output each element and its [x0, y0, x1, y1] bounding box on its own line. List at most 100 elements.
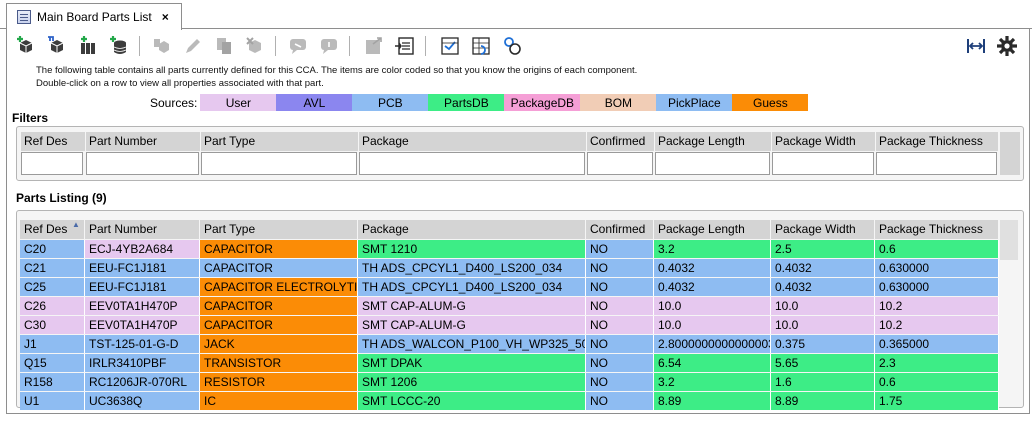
cell-package-length: 0.4032 [654, 259, 771, 277]
copy-part-icon[interactable] [149, 33, 175, 59]
table-row[interactable]: R158 RC1206JR-070RL RESISTOR SMT 1206 NO 3.2 1… [20, 373, 999, 392]
filters-title: Filters [12, 111, 49, 125]
cell-package-thickness: 10.2 [875, 297, 999, 315]
column-header-confirmed[interactable]: Confirmed [586, 220, 654, 239]
sync-icon[interactable] [499, 33, 525, 59]
cell-package: SMT CAP-ALUM-G [358, 316, 586, 334]
cell-part-type: RESISTOR [200, 373, 358, 391]
table-refresh-icon[interactable] [468, 33, 494, 59]
cell-package-length: 8.89 [654, 392, 771, 410]
column-header-package[interactable]: Package [358, 220, 586, 239]
table-row[interactable]: J1 TST-125-01-G-D JACK TH ADS_WALCON_P100_V… [20, 335, 999, 354]
table-scrollbar[interactable] [1000, 220, 1018, 260]
parts-listing-title: Parts Listing (9) [16, 191, 107, 205]
cell-package-thickness: 0.630000 [875, 278, 999, 296]
cell-confirmed: NO [586, 373, 654, 391]
toolbar-separator [139, 36, 140, 56]
filter-input-package-width[interactable] [772, 152, 874, 175]
info-comment-icon[interactable] [316, 33, 342, 59]
column-header-package-length[interactable]: Package Length [654, 220, 771, 239]
sources-label: Sources: [150, 95, 198, 110]
source-guess: Guess [732, 94, 809, 111]
tab-label: Main Board Parts List [37, 10, 152, 24]
cell-package-width: 10.0 [771, 316, 875, 334]
cell-part-type: TRANSISTOR [200, 354, 358, 372]
filter-header-part-type: Part Type [201, 132, 359, 151]
filter-input-confirmed[interactable] [587, 152, 653, 175]
cell-ref-des: Q15 [20, 354, 85, 372]
filter-input-part-number[interactable] [86, 152, 199, 175]
table-row[interactable]: U1 UC3638Q IC SMT LCCC-20 NO 8.89 8.89 1.75 [20, 392, 999, 411]
filter-input-package-length[interactable] [655, 152, 770, 175]
comment-icon[interactable] [285, 33, 311, 59]
source-user: User [200, 94, 277, 111]
table-row[interactable]: Q15 IRLR3410PBF TRANSISTOR SMT DPAK NO 6.54 5.… [20, 354, 999, 373]
update-package-icon[interactable] [437, 33, 463, 59]
close-icon[interactable]: × [162, 10, 169, 24]
cell-part-number: RC1206JR-070RL [85, 373, 200, 391]
filter-header-package: Package [359, 132, 587, 151]
filter-input-package[interactable] [359, 152, 585, 175]
duplicate-part-icon[interactable] [211, 33, 237, 59]
cell-part-number: EEU-FC1J181 [85, 278, 200, 296]
source-pickplace: PickPlace [656, 94, 733, 111]
cell-package-thickness: 0.6 [875, 240, 999, 258]
cell-part-number: UC3638Q [85, 392, 200, 410]
cell-package-length: 10.0 [654, 297, 771, 315]
cell-ref-des: C26 [20, 297, 85, 315]
column-header-part-number[interactable]: Part Number [85, 220, 200, 239]
cell-package: SMT 1210 [358, 240, 586, 258]
filter-scrollbar[interactable] [1000, 132, 1020, 175]
edit-part-icon[interactable] [180, 33, 206, 59]
cell-confirmed: NO [586, 392, 654, 410]
cell-package-length: 0.4032 [654, 278, 771, 296]
cell-package-width: 5.65 [771, 354, 875, 372]
description-line-1: The following table contains all parts c… [36, 65, 638, 76]
table-row[interactable]: C21 EEU-FC1J181 CAPACITOR TH ADS_CPCYL1_D40… [20, 259, 999, 278]
cell-part-type: CAPACITOR [200, 240, 358, 258]
cell-ref-des: J1 [20, 335, 85, 353]
cell-package-length: 6.54 [654, 354, 771, 372]
filter-header-part-number: Part Number [86, 132, 201, 151]
tab-main-board-parts-list[interactable]: Main Board Parts List × [6, 3, 182, 30]
cell-package-width: 8.89 [771, 392, 875, 410]
cell-confirmed: NO [586, 240, 654, 258]
cell-package-thickness: 1.75 [875, 392, 999, 410]
table-row[interactable]: C30 EEV0TA1H470P CAPACITOR SMT CAP-ALUM-G NO… [20, 316, 999, 335]
table-row[interactable]: C25 EEU-FC1J181 CAPACITOR ELECTROLYTIC TH A… [20, 278, 999, 297]
cell-package-width: 2.5 [771, 240, 875, 258]
delete-part-icon[interactable] [242, 33, 268, 59]
fit-columns-icon[interactable] [963, 33, 989, 59]
filter-input-ref-des[interactable] [21, 152, 83, 175]
cell-package-width: 1.6 [771, 373, 875, 391]
cell-package: TH ADS_CPCYL1_D400_LS200_034 [358, 278, 586, 296]
cell-package: TH ADS_WALCON_P100_VH_WP325_50 [358, 335, 586, 353]
add-parts-bulk-icon[interactable] [75, 33, 101, 59]
column-header-package-thickness[interactable]: Package Thickness [875, 220, 999, 239]
add-part-icon[interactable] [13, 33, 39, 59]
cell-package-length: 3.2 [654, 373, 771, 391]
filter-input-part-type[interactable] [201, 152, 357, 175]
cell-part-type: JACK [200, 335, 358, 353]
cell-confirmed: NO [586, 354, 654, 372]
filter-header-package-length: Package Length [655, 132, 772, 151]
cell-ref-des: C20 [20, 240, 85, 258]
toolbar-separator [349, 36, 350, 56]
table-row[interactable]: C20 ECJ-4YB2A684 CAPACITOR SMT 1210 NO 3.2 2.5… [20, 240, 999, 259]
filter-header-package-thickness: Package Thickness [876, 132, 999, 151]
table-row[interactable]: C26 EEV0TA1H470P CAPACITOR SMT CAP-ALUM-G NO… [20, 297, 999, 316]
cell-ref-des: U1 [20, 392, 85, 410]
import-list-icon[interactable] [392, 33, 418, 59]
source-packagedb: PackageDB [504, 94, 581, 111]
add-part-database-icon[interactable] [106, 33, 132, 59]
settings-icon[interactable] [994, 33, 1020, 59]
export-icon[interactable] [361, 33, 387, 59]
add-part-from-library-icon[interactable] [44, 33, 70, 59]
filter-input-package-thickness[interactable] [876, 152, 997, 175]
column-header-part-type[interactable]: Part Type [200, 220, 358, 239]
column-header-package-width[interactable]: Package Width [771, 220, 875, 239]
source-avl: AVL [276, 94, 353, 111]
parts-list-icon [17, 10, 31, 24]
cell-ref-des: C21 [20, 259, 85, 277]
cell-package-length: 3.2 [654, 240, 771, 258]
